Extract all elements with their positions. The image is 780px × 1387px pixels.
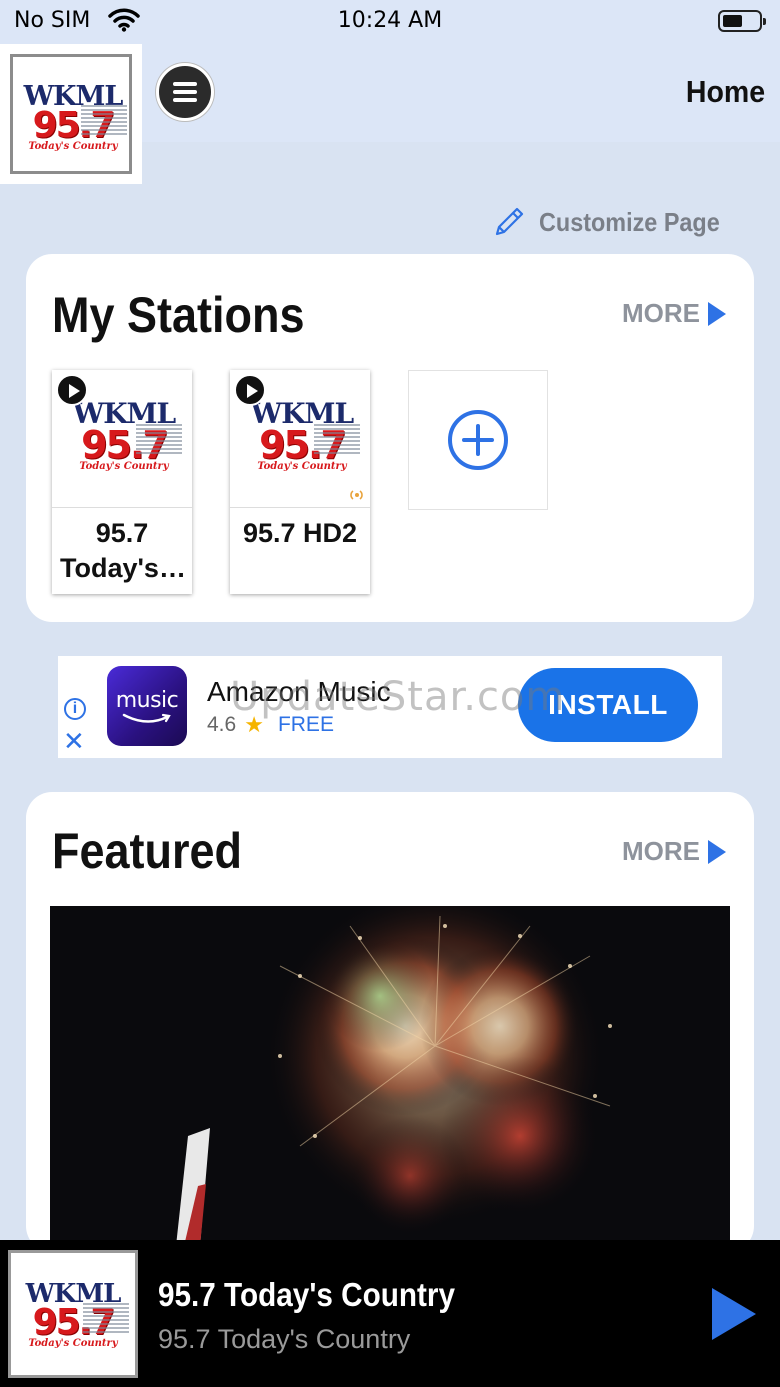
ad-app-name: Amazon Music (207, 676, 391, 707)
battery-icon (718, 10, 766, 32)
clock: 10:24 AM (337, 8, 443, 33)
hd-radio-icon (350, 490, 363, 500)
rating-value: 4.6 (207, 713, 237, 736)
play-icon[interactable] (712, 1288, 756, 1340)
smile-arrow-icon (122, 713, 171, 723)
add-station-button[interactable] (408, 370, 548, 510)
play-icon[interactable] (234, 374, 266, 406)
featured-card: Featured MORE (26, 792, 754, 1252)
my-stations-more-button[interactable]: MORE (622, 298, 726, 329)
plus-circle-icon (448, 410, 508, 470)
status-bar: No SIM 10:24 AM (0, 0, 780, 44)
amazon-music-app-icon: music (107, 666, 187, 746)
featured-title: Featured (52, 823, 243, 879)
now-playing-artwork: WKML 95.7 Today's Country (8, 1250, 138, 1378)
arrow-right-icon (708, 839, 726, 864)
station-logo-button[interactable]: WKML 95.7 Today's Country (0, 44, 142, 184)
logo-tagline: Today's Country (28, 141, 118, 153)
ad-price: FREE (277, 713, 334, 736)
station-tile[interactable]: WKML 95.7 Today's Country 95.7 Today's… (52, 370, 192, 594)
now-playing-bar[interactable]: WKML 95.7 Today's Country 95.7 Today's C… (0, 1240, 780, 1387)
station-artwork: WKML 95.7 Today's Country (230, 370, 370, 508)
fireworks-image (50, 906, 730, 1246)
now-playing-subtitle: 95.7 Today's Country (158, 1324, 411, 1354)
hamburger-icon (173, 82, 197, 86)
pencil-icon (496, 207, 524, 236)
customize-page-button[interactable]: Customize Page (491, 204, 740, 240)
featured-image[interactable] (50, 906, 730, 1246)
station-name: 95.7 Today's… (60, 518, 186, 583)
star-icon: ★ (244, 712, 264, 737)
my-stations-title: My Stations (52, 287, 305, 343)
more-label: MORE (622, 298, 700, 328)
ad-rating: 4.6 ★ FREE (207, 712, 334, 738)
featured-more-button[interactable]: MORE (622, 836, 726, 867)
station-artwork: WKML 95.7 Today's Country (52, 370, 192, 508)
now-playing-title: 95.7 Today's Country (158, 1276, 455, 1313)
customize-page-label: Customize Page (539, 206, 720, 237)
menu-button[interactable] (156, 63, 214, 121)
arrow-right-icon (708, 301, 726, 326)
install-button[interactable]: INSTALL (518, 668, 698, 742)
page-title: Home (685, 74, 765, 109)
ad-banner[interactable]: i ✕ music Amazon Music 4.6 ★ FREE INSTAL… (58, 656, 722, 758)
station-tile[interactable]: WKML 95.7 Today's Country 95.7 HD2 (230, 370, 370, 594)
station-logo: WKML 95.7 Today's Country (10, 54, 132, 174)
my-stations-card: My Stations MORE WKML 95.7 Today's Count… (26, 254, 754, 622)
ad-info-icon[interactable]: i (64, 698, 86, 720)
station-name: 95.7 HD2 (242, 518, 358, 548)
more-label: MORE (622, 836, 700, 866)
play-icon[interactable] (56, 374, 88, 406)
ad-close-icon[interactable]: ✕ (63, 728, 85, 754)
